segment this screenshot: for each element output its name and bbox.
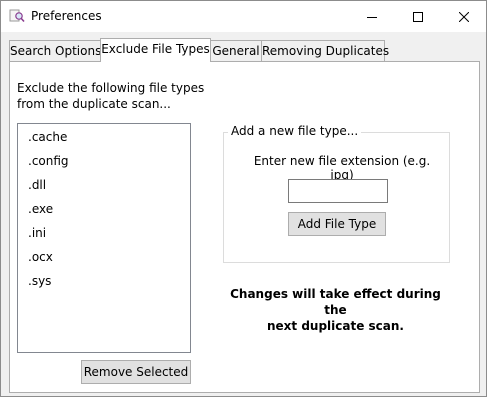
list-item[interactable]: .config bbox=[28, 154, 69, 168]
instructions-text: Exclude the following file types from th… bbox=[17, 80, 217, 112]
add-file-type-group-title: Add a new file type... bbox=[228, 124, 362, 138]
exclude-file-types-panel: Exclude the following file types from th… bbox=[9, 61, 480, 393]
list-item[interactable]: .sys bbox=[28, 274, 51, 288]
maximize-icon bbox=[413, 11, 423, 22]
tab-general[interactable]: General bbox=[210, 40, 262, 61]
instructions-line-1: Exclude the following file types bbox=[17, 81, 205, 95]
tab-exclude-file-types[interactable]: Exclude File Types bbox=[100, 38, 211, 62]
add-file-type-button[interactable]: Add File Type bbox=[288, 212, 386, 236]
excluded-file-types-list[interactable]: .cache .config .dll .exe .ini .ocx .sys bbox=[17, 123, 191, 353]
list-item[interactable]: .cache bbox=[28, 130, 67, 144]
close-button[interactable] bbox=[441, 1, 487, 32]
maximize-button[interactable] bbox=[395, 1, 441, 32]
window-title: Preferences bbox=[31, 9, 102, 23]
minimize-icon bbox=[367, 16, 377, 18]
list-item[interactable]: .ini bbox=[28, 226, 46, 240]
tab-search-options[interactable]: Search Options bbox=[9, 40, 101, 61]
preferences-magnifier-icon bbox=[9, 8, 25, 24]
remove-selected-button[interactable]: Remove Selected bbox=[81, 360, 191, 384]
file-extension-prompt: Enter new file extension (e.g. jpg) bbox=[253, 154, 431, 182]
changes-notice: Changes will take effect during the next… bbox=[223, 286, 448, 334]
list-item[interactable]: .ocx bbox=[28, 250, 53, 264]
list-item[interactable]: .dll bbox=[28, 178, 46, 192]
title-bar: Preferences bbox=[1, 1, 486, 32]
changes-notice-line-2: next duplicate scan. bbox=[266, 319, 404, 333]
tab-removing-duplicates[interactable]: Removing Duplicates bbox=[261, 40, 389, 61]
list-item[interactable]: .exe bbox=[28, 202, 53, 216]
changes-notice-line-1: Changes will take effect during the bbox=[230, 287, 441, 317]
preferences-window: Preferences Search Options Exclude File … bbox=[0, 0, 487, 397]
minimize-button[interactable] bbox=[349, 1, 395, 32]
file-extension-input[interactable] bbox=[288, 179, 388, 203]
close-icon bbox=[459, 11, 469, 22]
instructions-line-2: from the duplicate scan... bbox=[17, 97, 171, 111]
